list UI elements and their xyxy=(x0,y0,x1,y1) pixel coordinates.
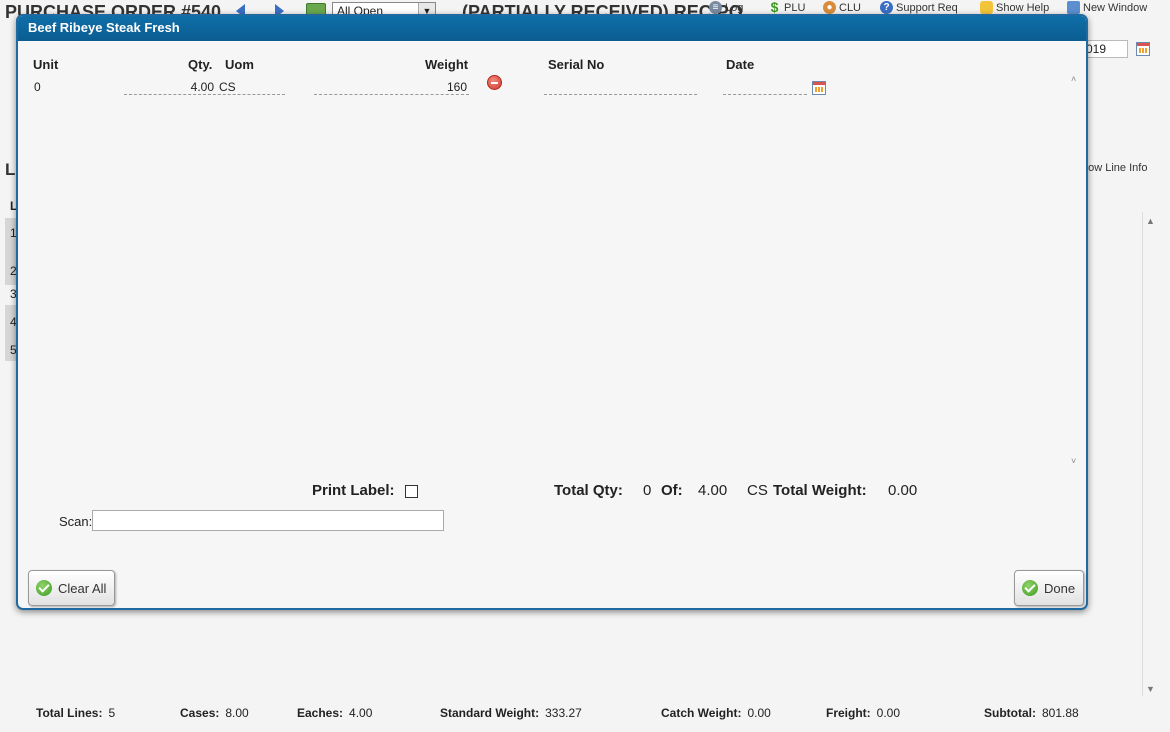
scroll-up-icon[interactable]: ˄ xyxy=(1071,74,1076,84)
of-label: Of: xyxy=(661,482,683,499)
calendar-icon[interactable] xyxy=(812,81,826,95)
toolbar-clu[interactable]: ● CLU xyxy=(823,1,861,14)
serial-no-field-underline xyxy=(544,94,697,95)
standard-weight: Standard Weight: 333.27 xyxy=(440,706,582,720)
standard-weight-label: Standard Weight: xyxy=(440,706,540,720)
page-scrollbar[interactable]: ▲ ▼ xyxy=(1142,212,1157,696)
dialog-title[interactable]: Beef Ribeye Steak Fresh xyxy=(18,16,1086,41)
toolbar-new-window[interactable]: New Window xyxy=(1067,1,1147,14)
cases-label: Cases: xyxy=(180,706,220,720)
scroll-up-icon[interactable]: ▲ xyxy=(1146,216,1155,226)
scan-input[interactable] xyxy=(92,510,444,531)
weight-field-underline xyxy=(314,94,469,95)
total-lines-value: 5 xyxy=(108,706,116,720)
new-window-icon xyxy=(1067,1,1080,14)
qty-field[interactable]: 4.00 xyxy=(124,80,214,94)
total-qty-value: 0 xyxy=(643,482,652,499)
subtotal: Subtotal: 801.88 xyxy=(984,706,1079,720)
date-field[interactable]: 019 xyxy=(1082,40,1128,58)
remove-row-icon[interactable] xyxy=(487,75,502,90)
toolbar-show-help-label: Show Help xyxy=(996,1,1050,14)
eaches-label: Eaches: xyxy=(297,706,344,720)
column-header-uom: Uom xyxy=(225,57,254,72)
toolbar-support-req-label: Support Req xyxy=(896,1,958,14)
help-icon: ? xyxy=(880,1,893,14)
eaches: Eaches: 4.00 xyxy=(297,706,372,720)
subtotal-value: 801.88 xyxy=(1042,706,1079,720)
total-qty-label: Total Qty: xyxy=(554,482,623,499)
of-value: 4.00 xyxy=(698,482,728,499)
total-lines-label: Total Lines: xyxy=(36,706,103,720)
column-header-date: Date xyxy=(726,57,755,72)
column-header-weight: Weight xyxy=(425,57,469,72)
po-summary-footer: Total Lines: 5 Cases: 8.00 Eaches: 4.00 Sta… xyxy=(0,704,1170,724)
qty-field-underline xyxy=(124,94,285,95)
toolbar-plu[interactable]: $ PLU xyxy=(768,0,806,15)
toolbar-support-req[interactable]: ? Support Req xyxy=(880,1,958,14)
toolbar-clu-label: CLU xyxy=(839,1,862,14)
totals-uom: CS xyxy=(747,482,768,499)
column-header-unit: Unit xyxy=(33,57,59,72)
standard-weight-value: 333.27 xyxy=(545,706,582,720)
catch-weight: Catch Weight: 0.00 xyxy=(661,706,771,720)
check-icon xyxy=(36,580,52,596)
freight-value: 0.00 xyxy=(876,706,901,720)
date-field-underline xyxy=(723,94,807,95)
column-header-serial-no: Serial No xyxy=(548,57,605,72)
total-weight-label: Total Weight: xyxy=(773,482,867,499)
weight-field[interactable]: 160 xyxy=(314,80,467,94)
eaches-value: 4.00 xyxy=(349,706,373,720)
row-list-scrollbar[interactable]: ˄ ˅ xyxy=(1069,74,1081,466)
column-header-qty: Qty. xyxy=(188,57,213,72)
toolbar-log-label: Log xyxy=(725,1,744,14)
scan-label: Scan: xyxy=(59,514,93,529)
scroll-down-icon[interactable]: ▼ xyxy=(1146,684,1155,694)
catch-weight-dialog: Beef Ribeye Steak Fresh Unit Qty. Uom We… xyxy=(16,14,1088,610)
total-weight-value: 0.00 xyxy=(888,482,918,499)
check-icon xyxy=(1022,580,1038,596)
toolbar-log[interactable]: ≡ Log xyxy=(709,1,743,14)
unit-value: 0 xyxy=(34,80,41,94)
calendar-icon[interactable] xyxy=(1136,42,1150,56)
print-label-text: Print Label: xyxy=(312,482,395,499)
dollar-icon: $ xyxy=(770,0,779,15)
cases: Cases: 8.00 xyxy=(180,706,249,720)
catch-weight-label: Catch Weight: xyxy=(661,706,742,720)
cases-value: 8.00 xyxy=(225,706,249,720)
speech-bubble-icon xyxy=(980,1,993,14)
done-button[interactable]: Done xyxy=(1014,570,1085,606)
clear-all-button[interactable]: Clear All xyxy=(28,570,116,606)
show-line-info-link[interactable]: how Line Info xyxy=(1082,162,1147,174)
scroll-down-icon[interactable]: ˅ xyxy=(1071,456,1076,466)
users-icon: ● xyxy=(823,1,836,14)
toolbar-new-window-label: New Window xyxy=(1083,1,1148,14)
catch-weight-value: 0.00 xyxy=(747,706,771,720)
subtotal-label: Subtotal: xyxy=(984,706,1036,720)
total-lines: Total Lines: 5 xyxy=(36,706,115,720)
clear-all-label: Clear All xyxy=(58,580,107,596)
freight-label: Freight: xyxy=(826,706,871,720)
freight: Freight: 0.00 xyxy=(826,706,900,720)
lines-heading: L xyxy=(5,160,16,179)
print-label-checkbox[interactable] xyxy=(405,485,418,498)
uom-value: CS xyxy=(219,80,236,94)
toolbar-show-help[interactable]: Show Help xyxy=(980,1,1049,14)
done-label: Done xyxy=(1044,580,1076,596)
toolbar-plu-label: PLU xyxy=(784,1,806,14)
log-icon: ≡ xyxy=(709,1,722,14)
